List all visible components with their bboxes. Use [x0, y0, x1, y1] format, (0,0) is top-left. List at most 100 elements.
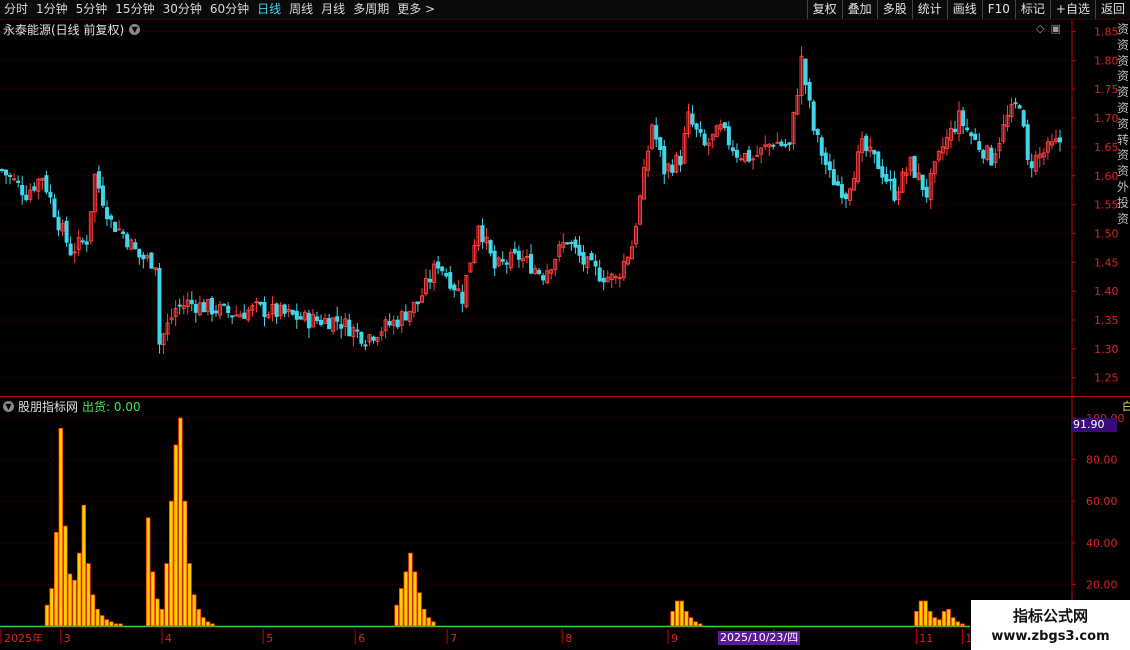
- candle-body: [436, 261, 441, 269]
- candle-body: [440, 266, 445, 272]
- indicator-bar: [693, 621, 698, 627]
- candle-body: [294, 310, 299, 320]
- indicator-bar: [421, 608, 427, 627]
- diamond-icon[interactable]: ◇: [1036, 22, 1044, 35]
- indicator-bar: [951, 617, 956, 627]
- candle-body: [347, 319, 352, 337]
- indicator-bar: [191, 594, 197, 627]
- candle-body: [234, 314, 239, 317]
- indicator-bar: [173, 444, 178, 627]
- candle-body: [734, 149, 739, 158]
- indicator-bar: [58, 427, 63, 627]
- indicator-bar: [72, 579, 77, 627]
- candle-body: [961, 110, 966, 127]
- candle-body: [335, 316, 340, 322]
- window-icon[interactable]: ▣: [1050, 22, 1060, 35]
- indicator-bar: [187, 563, 192, 627]
- indicator-bar: [408, 552, 413, 627]
- candle-body: [226, 305, 231, 314]
- candle-body: [751, 158, 756, 161]
- indicator-bar: [49, 588, 54, 627]
- candle-body: [989, 147, 994, 166]
- indicator-bar: [928, 611, 933, 627]
- candle-body: [730, 147, 735, 152]
- indicator-bar: [113, 623, 119, 627]
- candle-body: [678, 155, 683, 166]
- candle-body: [912, 156, 917, 178]
- candle-body: [371, 336, 376, 341]
- candle-body: [722, 122, 727, 129]
- date-tick-label: 5: [266, 632, 273, 645]
- indicator-bar: [44, 604, 50, 627]
- candle-body: [775, 141, 780, 144]
- candle-body: [125, 234, 130, 248]
- candle-body: [969, 132, 974, 137]
- candle-body: [306, 312, 311, 329]
- indicator-name: 股朋指标网: [18, 400, 79, 414]
- candle-body: [403, 311, 408, 321]
- candle-body: [694, 123, 699, 130]
- candle-body: [222, 303, 227, 306]
- indicator-bar: [109, 621, 114, 627]
- indicator-bar: [960, 623, 965, 627]
- candle-body: [137, 248, 142, 258]
- chart-canvas[interactable]: 1.85 1.80 1.75 1.70 1.65 1.60 1.55 1.50 1.45 1.40…: [0, 0, 1130, 650]
- candle-body: [8, 174, 13, 177]
- indicator-bar: [698, 623, 703, 627]
- candle-body: [827, 161, 832, 171]
- candle-body: [819, 137, 824, 156]
- candle-body: [488, 240, 493, 254]
- candle-body: [779, 141, 784, 146]
- candle-body: [835, 181, 840, 186]
- candle-body: [573, 239, 578, 248]
- indicator-bar: [77, 552, 82, 627]
- candle-body: [872, 149, 877, 155]
- candle-body: [149, 252, 154, 269]
- indicator-bar: [412, 571, 418, 627]
- price-tick-label: 1.45: [1094, 256, 1119, 269]
- price-tick-label: 1.65: [1094, 141, 1119, 154]
- candle-body: [363, 344, 368, 347]
- indicator-bar: [201, 617, 206, 627]
- indicator-bar: [431, 621, 436, 627]
- candle-body: [0, 169, 4, 172]
- candle-body: [783, 143, 788, 147]
- candle-body: [516, 250, 521, 260]
- indicator-bars: [0, 417, 970, 628]
- candle-body: [113, 221, 118, 233]
- side-info-column: 资资资资资资资转资资外投资: [1117, 22, 1130, 226]
- candle-body: [16, 180, 21, 183]
- indicator-bar: [90, 594, 96, 627]
- price-tick-label: 1.50: [1094, 227, 1119, 240]
- indicator-bar: [679, 600, 684, 627]
- candle-body: [428, 278, 433, 283]
- indicator-bar: [937, 619, 942, 627]
- candle-body: [141, 254, 146, 260]
- chevron-down-icon[interactable]: ▼: [129, 24, 141, 35]
- candle-body: [880, 166, 885, 178]
- candle-body: [359, 331, 364, 344]
- indicator-bar: [914, 611, 919, 627]
- candle-body: [230, 315, 235, 318]
- candle-body: [977, 141, 982, 150]
- candle-body: [415, 301, 420, 305]
- candle-body: [876, 151, 881, 170]
- indicator-title-bar: ▼ 股朋指标网 出货: 0.00: [3, 398, 141, 415]
- candle-body: [738, 158, 743, 161]
- candle-body: [387, 320, 392, 326]
- indicator-bar: [196, 608, 201, 627]
- candle-body: [512, 248, 517, 254]
- price-tick-label: 1.30: [1094, 343, 1119, 356]
- indicator-bar: [675, 600, 680, 627]
- candle-body: [524, 256, 529, 259]
- date-tick-label: 2025年: [4, 631, 43, 645]
- chevron-down-icon[interactable]: ▼: [3, 401, 14, 412]
- indicator-bar: [932, 617, 937, 627]
- indicator-bar: [417, 592, 422, 627]
- indicator-bar: [688, 617, 694, 627]
- candle-body: [254, 301, 259, 304]
- date-tick-label: 4: [165, 632, 172, 645]
- candle-body: [314, 316, 319, 322]
- candle-body: [1058, 137, 1062, 143]
- indicator-bar: [86, 563, 91, 627]
